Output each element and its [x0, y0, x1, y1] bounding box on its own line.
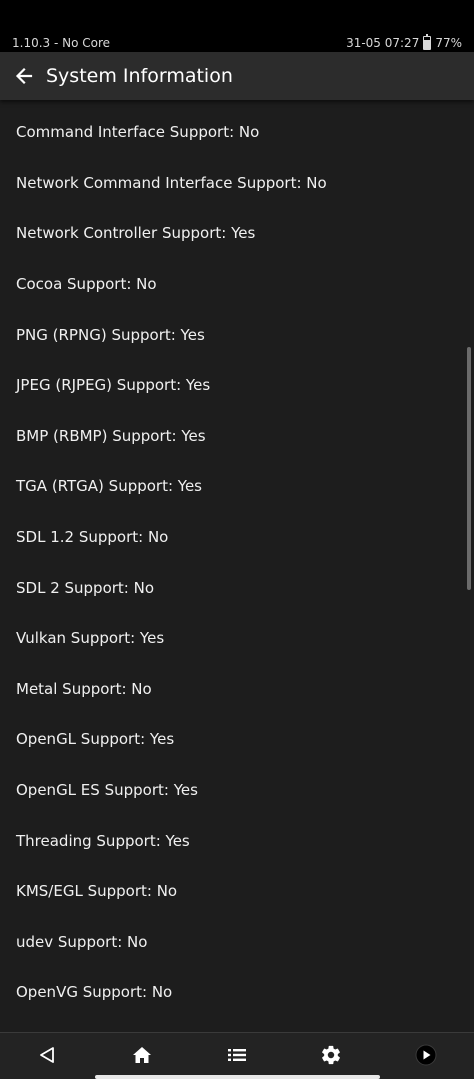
system-info-item[interactable]: TGA (RTGA) Support: Yes — [0, 461, 474, 512]
app-version-text: 1.10.3 - No Core — [12, 36, 111, 50]
nav-settings-button[interactable] — [315, 1041, 347, 1069]
system-info-label: Metal Support: No — [16, 679, 152, 698]
battery-icon — [423, 34, 432, 50]
system-info-item[interactable]: Command Interface Support: No — [0, 107, 474, 158]
back-triangle-icon — [40, 1047, 54, 1063]
scrollbar-thumb[interactable] — [467, 347, 471, 590]
system-info-item[interactable]: Metal Support: No — [0, 664, 474, 715]
gear-icon — [322, 1045, 340, 1065]
system-info-label: BMP (RBMP) Support: Yes — [16, 426, 206, 445]
play-circle-icon — [415, 1044, 437, 1066]
system-info-list-container[interactable]: Command Interface Support: No Network Com… — [0, 100, 474, 1032]
system-info-item[interactable]: udev Support: No — [0, 917, 474, 968]
status-right: 31-05 07:27 77% — [346, 34, 462, 51]
list-icon — [228, 1049, 246, 1061]
system-info-item[interactable]: JPEG (RJPEG) Support: Yes — [0, 360, 474, 411]
system-info-item[interactable]: SDL 2 Support: No — [0, 562, 474, 613]
home-icon — [133, 1047, 151, 1063]
system-info-label: PNG (RPNG) Support: Yes — [16, 325, 205, 344]
battery-fill — [424, 39, 431, 49]
system-info-item[interactable]: PNG (RPNG) Support: Yes — [0, 309, 474, 360]
battery-percent: 77% — [435, 36, 462, 50]
system-info-item[interactable]: Vulkan Support: Yes — [0, 613, 474, 664]
system-info-item[interactable]: Threading Support: Yes — [0, 815, 474, 866]
system-info-label: SDL 2 Support: No — [16, 578, 155, 597]
system-info-label: Vulkan Support: Yes — [16, 629, 165, 648]
system-info-label: TGA (RTGA) Support: Yes — [16, 477, 202, 496]
system-info-item[interactable]: OpenGL Support: Yes — [0, 714, 474, 765]
system-info-label: udev Support: No — [16, 932, 148, 951]
arrow-left-icon — [15, 67, 33, 85]
system-info-item[interactable]: BMP (RBMP) Support: Yes — [0, 411, 474, 462]
status-bar: 1.10.3 - No Core 31-05 07:27 77% — [0, 0, 474, 52]
system-info-label: Threading Support: Yes — [16, 831, 190, 850]
system-info-item[interactable]: KMS/EGL Support: No — [0, 866, 474, 917]
nav-home-button[interactable] — [126, 1041, 158, 1069]
app-header: System Information — [0, 52, 474, 100]
system-info-label: OpenGL Support: Yes — [16, 730, 175, 749]
system-info-list: Command Interface Support: No Network Com… — [0, 107, 474, 1018]
system-info-label: Cocoa Support: No — [16, 275, 157, 294]
page-title: System Information — [46, 65, 233, 87]
back-button[interactable] — [8, 60, 40, 92]
system-info-item[interactable]: Network Controller Support: Yes — [0, 208, 474, 259]
nav-list-button[interactable] — [221, 1041, 253, 1069]
system-info-label: SDL 1.2 Support: No — [16, 528, 169, 547]
system-info-label: Network Command Interface Support: No — [16, 173, 327, 192]
bottom-nav — [0, 1032, 474, 1079]
system-info-item[interactable]: Cocoa Support: No — [0, 259, 474, 310]
nav-resume-button[interactable] — [410, 1041, 442, 1069]
system-info-label: Network Controller Support: Yes — [16, 224, 256, 243]
system-info-label: Command Interface Support: No — [16, 123, 260, 142]
nav-back-button[interactable] — [31, 1041, 63, 1069]
system-info-item[interactable]: OpenGL ES Support: Yes — [0, 765, 474, 816]
datetime-text: 31-05 07:27 — [346, 36, 420, 50]
system-info-label: OpenVG Support: No — [16, 983, 173, 1002]
system-info-label: KMS/EGL Support: No — [16, 882, 178, 901]
system-info-item[interactable]: Network Command Interface Support: No — [0, 158, 474, 209]
home-indicator-bar[interactable] — [95, 1075, 380, 1079]
system-info-label: JPEG (RJPEG) Support: Yes — [16, 376, 211, 395]
system-info-item[interactable]: SDL 1.2 Support: No — [0, 512, 474, 563]
system-info-label: OpenGL ES Support: Yes — [16, 781, 198, 800]
system-info-item[interactable]: OpenVG Support: No — [0, 967, 474, 1018]
